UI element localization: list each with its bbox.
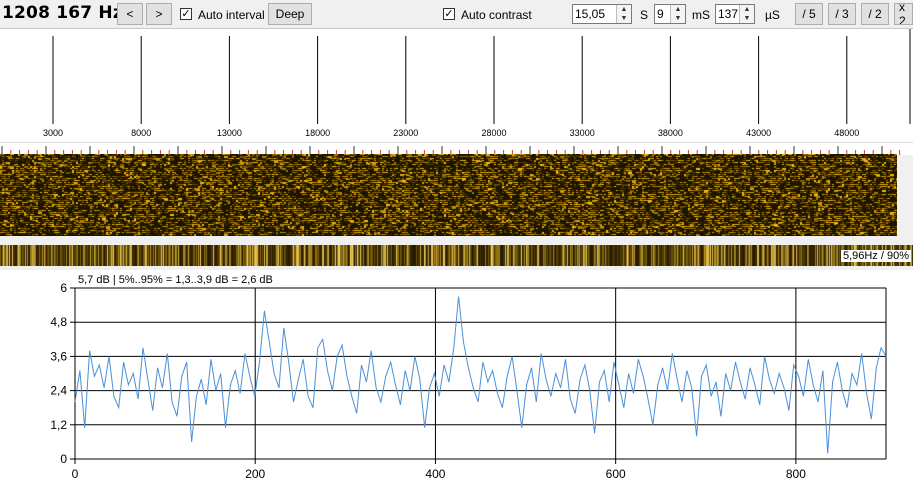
multiply-2-button[interactable]: x 2: [894, 3, 913, 25]
scale-label: 3000: [43, 128, 63, 138]
ms-value: 9: [657, 7, 664, 21]
scale-label: 13000: [217, 128, 242, 138]
spectrogram[interactable]: [0, 154, 897, 236]
y-tick-label: 2,4: [50, 384, 67, 398]
y-tick-label: 4,8: [50, 315, 67, 329]
us-value: 137: [718, 7, 739, 21]
ms-unit: mS: [692, 8, 710, 22]
frequency-display: 1208 167 Hz: [2, 3, 123, 23]
spinner-arrows-icon[interactable]: ▲ ▼: [670, 5, 685, 23]
ms-spinner[interactable]: 9 ▲ ▼: [654, 4, 686, 24]
scale-label: 28000: [481, 128, 506, 138]
spinner-arrows-icon[interactable]: ▲ ▼: [616, 5, 631, 23]
frequency-scale-panel: 3000 8000 13000 18000 23000 28000 33000 …: [0, 29, 913, 142]
us-unit: µS: [765, 8, 780, 22]
y-tick-label: 0: [60, 452, 67, 466]
intensity-strip: [0, 245, 913, 266]
level-series-line: [74, 296, 887, 454]
resolution-label: 5,96Hz / 90%: [840, 250, 911, 262]
auto-interval-label: Auto interval: [198, 8, 265, 22]
y-tick-label: 1,2: [50, 418, 67, 432]
spinner-arrows-icon[interactable]: ▲ ▼: [739, 5, 754, 23]
chart-title: 5,7 dB | 5%..95% = 1,3..3,9 dB = 2,6 dB: [78, 274, 273, 286]
frequency-scale: 3000 8000 13000 18000 23000 28000 33000 …: [43, 29, 911, 138]
us-spinner[interactable]: 137 ▲ ▼: [715, 4, 755, 24]
level-chart: 5,7 dB | 5%..95% = 1,3..3,9 dB = 2,6 dB …: [0, 270, 913, 487]
y-tick-label: 3,6: [50, 349, 67, 363]
auto-interval-checkbox[interactable]: ✓: [180, 8, 192, 20]
auto-contrast-checkbox[interactable]: ✓: [443, 8, 455, 20]
y-tick-label: 6: [60, 281, 67, 295]
scale-label: 23000: [393, 128, 418, 138]
seconds-spinner[interactable]: 15,05 ▲ ▼: [572, 4, 632, 24]
deep-button[interactable]: Deep: [268, 3, 312, 25]
x-tick-label: 200: [245, 467, 265, 481]
scale-label: 33000: [570, 128, 595, 138]
x-tick-label: 800: [786, 467, 806, 481]
seconds-unit: S: [640, 8, 649, 22]
scale-label: 43000: [746, 128, 771, 138]
toolbar: 1208 167 Hz < > ✓ Auto interval Deep ✓ A…: [0, 0, 913, 29]
divide-2-button[interactable]: / 2: [861, 3, 889, 25]
divide-5-button[interactable]: / 5: [795, 3, 823, 25]
auto-contrast-label: Auto contrast: [461, 8, 532, 22]
scale-label: 8000: [131, 128, 151, 138]
x-tick-label: 600: [606, 467, 626, 481]
scale-label: 18000: [305, 128, 330, 138]
scale-label: 38000: [658, 128, 683, 138]
x-tick-label: 400: [425, 467, 445, 481]
x-tick-label: 0: [72, 467, 79, 481]
next-button[interactable]: >: [146, 3, 172, 25]
divide-3-button[interactable]: / 3: [828, 3, 856, 25]
scale-label: 48000: [834, 128, 859, 138]
prev-button[interactable]: <: [117, 3, 143, 25]
seconds-value: 15,05: [575, 7, 606, 21]
